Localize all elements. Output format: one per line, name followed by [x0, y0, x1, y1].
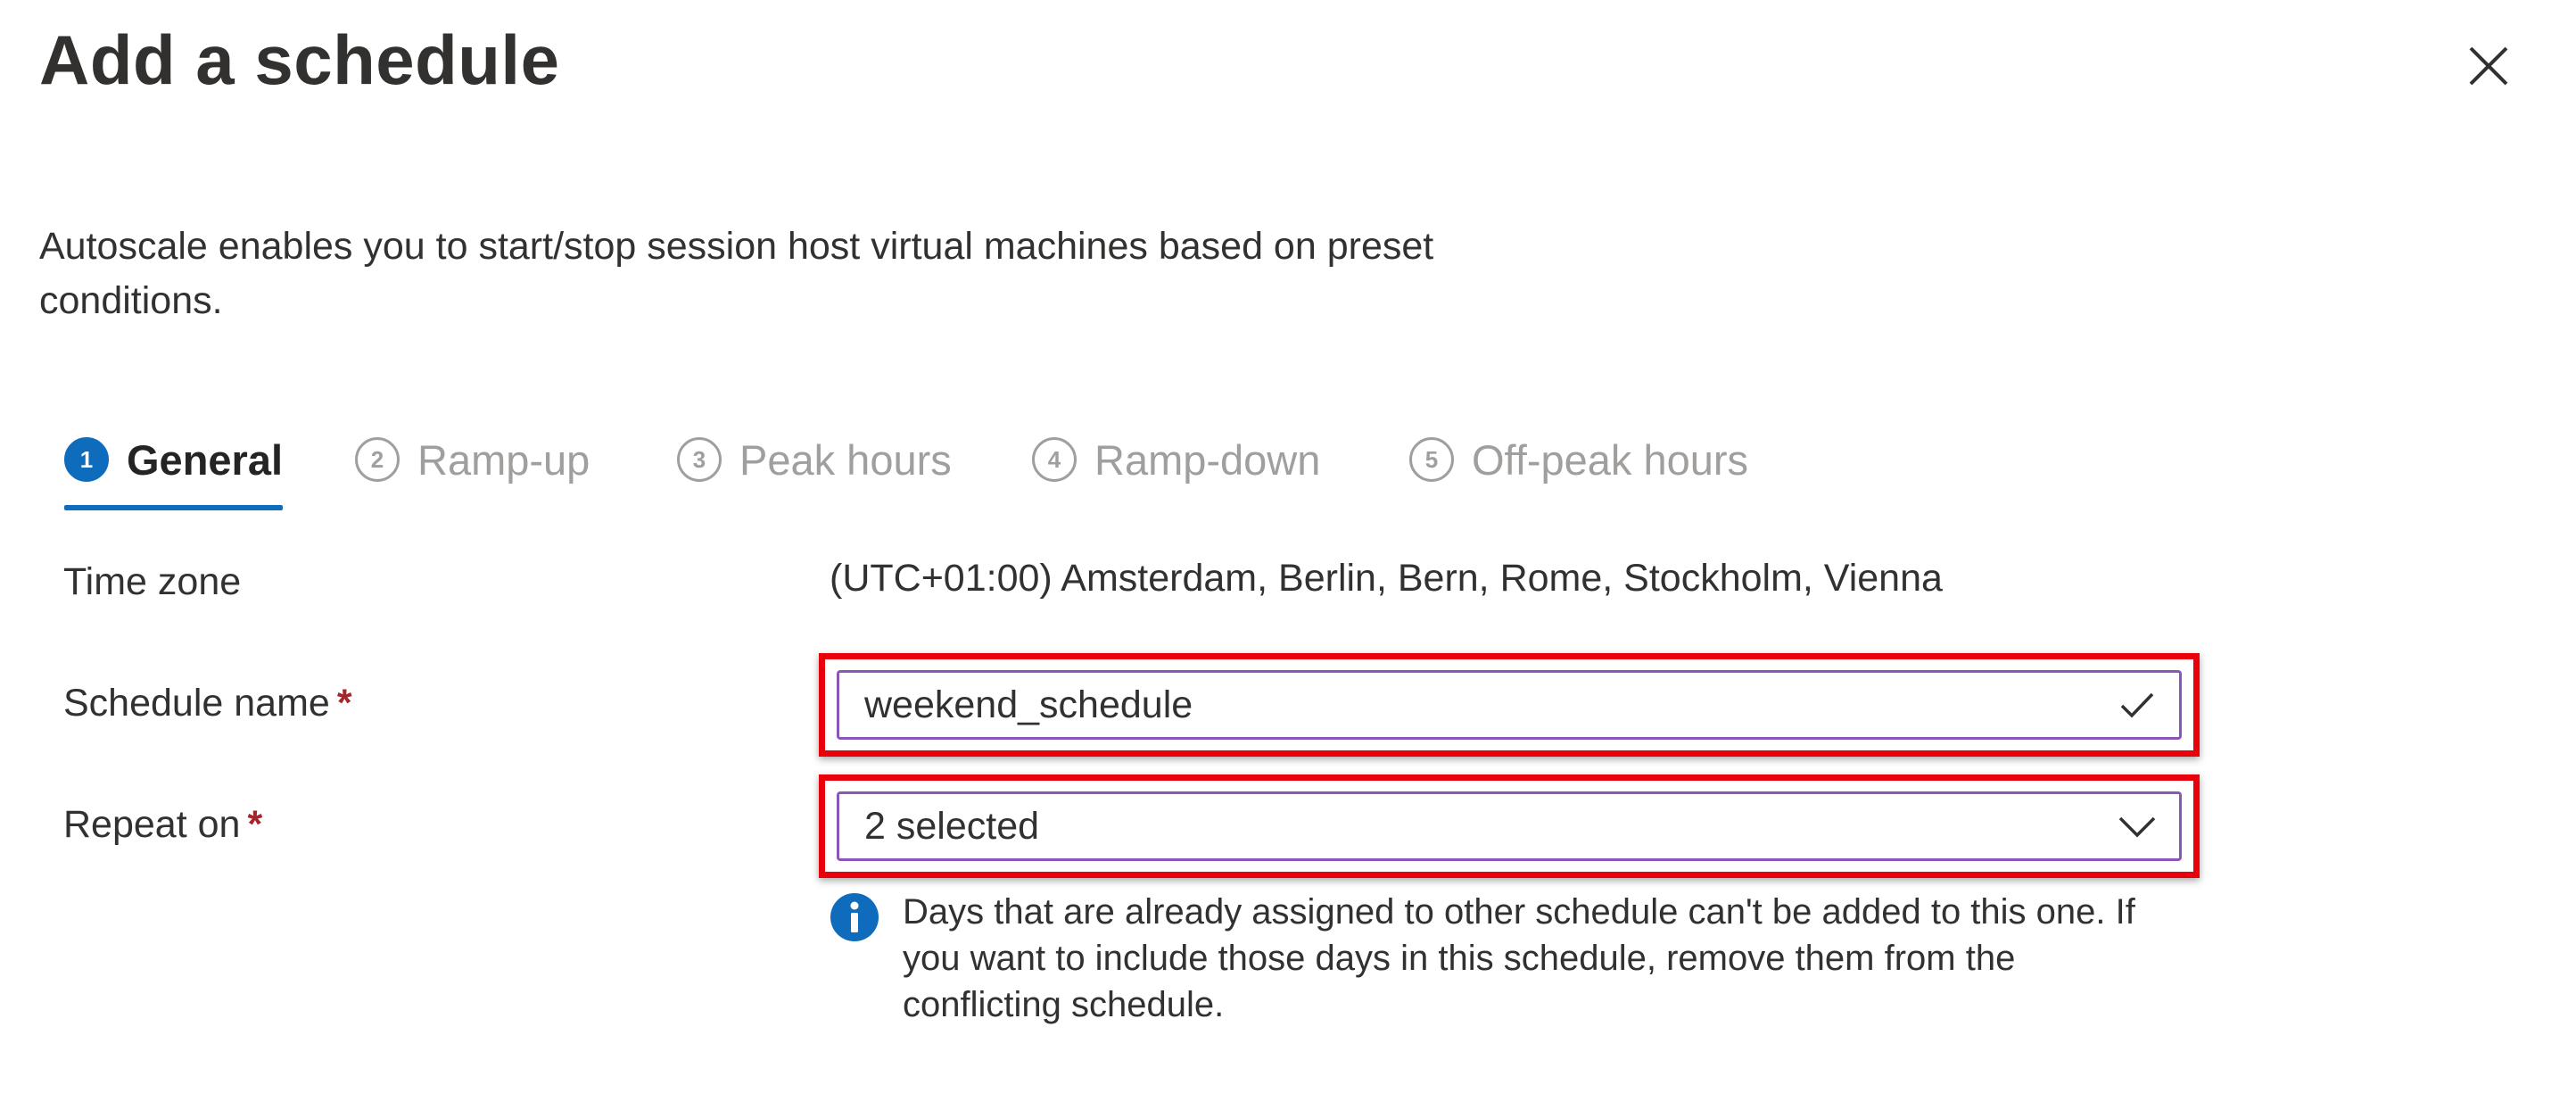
step-ramp-down[interactable]: 4 Ramp-down	[1032, 421, 1320, 498]
required-marker: *	[247, 803, 263, 846]
add-schedule-dialog: Add a schedule Autoscale enables you to …	[0, 0, 2576, 1118]
info-message: Days that are already assigned to other …	[830, 889, 2141, 1028]
step-label: Off-peak hours	[1472, 435, 1749, 484]
repeat-on-highlight: 2 selected	[819, 774, 2200, 878]
step-general[interactable]: 1 General	[64, 421, 284, 510]
step-label: Peak hours	[739, 435, 952, 484]
required-marker: *	[336, 682, 352, 725]
info-icon	[830, 893, 879, 941]
step-peak-hours[interactable]: 3 Peak hours	[677, 421, 952, 498]
time-zone-value: (UTC+01:00) Amsterdam, Berlin, Bern, Rom…	[830, 557, 1943, 600]
close-button[interactable]	[2462, 39, 2515, 93]
schedule-name-label-text: Schedule name	[63, 682, 330, 725]
step-ramp-up[interactable]: 2 Ramp-up	[355, 421, 590, 498]
dialog-description: Autoscale enables you to start/stop sess…	[39, 225, 1434, 322]
chevron-down-icon	[2118, 816, 2156, 838]
step-number: 4	[1032, 437, 1077, 482]
checkmark-icon	[2120, 692, 2154, 718]
schedule-name-label: Schedule name *	[63, 682, 352, 725]
repeat-on-label-text: Repeat on	[63, 803, 241, 846]
step-label: General	[127, 435, 284, 484]
step-label: Ramp-down	[1094, 435, 1321, 484]
close-icon	[2469, 46, 2508, 86]
repeat-on-label: Repeat on *	[63, 803, 262, 847]
step-number: 1	[64, 437, 109, 482]
repeat-on-value: 2 selected	[864, 804, 1040, 848]
schedule-name-input[interactable]: weekend_schedule	[837, 670, 2182, 740]
step-label: Ramp-up	[417, 435, 590, 484]
step-off-peak-hours[interactable]: 5 Off-peak hours	[1409, 421, 1748, 498]
schedule-name-value: weekend_schedule	[864, 683, 1193, 726]
step-number: 3	[677, 437, 722, 482]
dialog-title: Add a schedule	[39, 21, 560, 99]
step-number: 5	[1409, 437, 1454, 482]
schedule-name-highlight: weekend_schedule	[819, 653, 2200, 757]
repeat-on-dropdown[interactable]: 2 selected	[837, 791, 2182, 861]
step-number: 2	[355, 437, 400, 482]
info-message-text: Days that are already assigned to other …	[903, 892, 2135, 1024]
time-zone-label: Time zone	[63, 560, 242, 603]
